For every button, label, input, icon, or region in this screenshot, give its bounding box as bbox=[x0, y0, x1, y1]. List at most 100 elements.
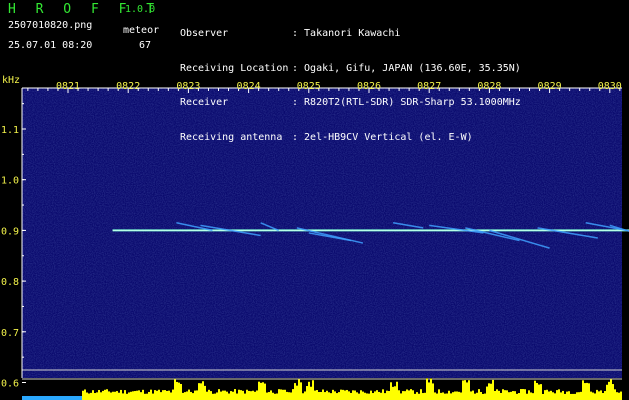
level-bar bbox=[232, 391, 234, 400]
y-tick-label: 0.8 bbox=[1, 277, 19, 288]
level-bar bbox=[412, 390, 414, 400]
level-bar bbox=[414, 393, 416, 400]
level-bar bbox=[268, 392, 270, 400]
level-bar bbox=[462, 380, 464, 400]
level-bar bbox=[228, 393, 230, 400]
hroftt-window: kHz 0821 0822 0823 0824 0825 0826 0827 0828 0829 0… bbox=[0, 0, 629, 400]
level-bar bbox=[164, 390, 166, 400]
level-bar bbox=[160, 392, 162, 400]
level-bar bbox=[478, 389, 480, 400]
level-bar bbox=[216, 392, 218, 400]
level-bar bbox=[582, 380, 584, 400]
level-bar bbox=[618, 392, 620, 400]
level-bar bbox=[188, 389, 190, 400]
level-bar bbox=[538, 384, 540, 400]
level-bar bbox=[384, 393, 386, 400]
level-bar bbox=[128, 392, 130, 400]
level-bar bbox=[240, 390, 242, 400]
level-bar bbox=[328, 392, 330, 400]
level-bar bbox=[304, 391, 306, 400]
level-bar bbox=[536, 383, 538, 400]
level-bar bbox=[524, 389, 526, 400]
level-bar bbox=[440, 392, 442, 400]
level-bar bbox=[494, 390, 496, 400]
level-bar bbox=[390, 382, 392, 400]
level-bar bbox=[614, 389, 616, 400]
level-bar bbox=[284, 389, 286, 400]
level-bar bbox=[510, 391, 512, 400]
level-bar bbox=[346, 389, 348, 400]
level-bar bbox=[596, 389, 598, 400]
level-bar bbox=[184, 392, 186, 400]
level-bar bbox=[214, 393, 216, 400]
level-bar bbox=[496, 389, 498, 400]
level-bar bbox=[104, 389, 106, 400]
level-bar bbox=[174, 379, 176, 400]
level-bar bbox=[388, 391, 390, 400]
level-bar bbox=[378, 391, 380, 400]
level-bar bbox=[204, 385, 206, 400]
level-bar bbox=[452, 392, 454, 400]
level-bar bbox=[210, 391, 212, 400]
level-bar bbox=[116, 391, 118, 400]
level-bar bbox=[588, 383, 590, 400]
level-bar bbox=[278, 389, 280, 400]
level-bar bbox=[226, 391, 228, 400]
level-bar bbox=[98, 389, 100, 400]
level-bar bbox=[324, 392, 326, 400]
level-bar bbox=[88, 393, 90, 400]
date-time: 25.07.01 08:20 bbox=[8, 40, 93, 51]
level-bar bbox=[180, 383, 182, 400]
level-bar bbox=[418, 393, 420, 400]
level-bar bbox=[194, 390, 196, 400]
level-bar bbox=[564, 393, 566, 400]
receiver-label: Receiver bbox=[180, 97, 229, 108]
level-bar bbox=[476, 392, 478, 400]
level-bar bbox=[106, 389, 108, 400]
level-bar bbox=[560, 392, 562, 400]
level-bar bbox=[594, 393, 596, 400]
level-bar bbox=[140, 392, 142, 400]
level-bar bbox=[84, 389, 86, 400]
level-bar bbox=[562, 390, 564, 400]
level-bar bbox=[544, 390, 546, 400]
level-bar bbox=[342, 389, 344, 400]
level-bar bbox=[364, 392, 366, 400]
level-bar bbox=[302, 393, 304, 400]
level-bar bbox=[308, 381, 310, 400]
level-bar bbox=[442, 392, 444, 400]
level-bar bbox=[256, 390, 258, 400]
level-bar bbox=[350, 392, 352, 400]
level-bar bbox=[554, 393, 556, 400]
level-bar bbox=[566, 391, 568, 400]
level-bar bbox=[592, 392, 594, 400]
level-bar bbox=[162, 390, 164, 400]
level-bar bbox=[296, 385, 298, 400]
level-bar bbox=[374, 391, 376, 400]
level-bar bbox=[126, 393, 128, 400]
level-bar bbox=[314, 390, 316, 400]
level-bar bbox=[448, 390, 450, 400]
level-bar bbox=[166, 390, 168, 400]
level-bar bbox=[398, 390, 400, 400]
level-bar bbox=[508, 392, 510, 400]
level-bar bbox=[154, 390, 156, 400]
level-bar bbox=[110, 392, 112, 400]
level-bar bbox=[474, 393, 476, 400]
level-bar bbox=[312, 380, 314, 400]
level-bar bbox=[404, 391, 406, 400]
level-bar bbox=[356, 392, 358, 400]
level-bar bbox=[606, 384, 608, 400]
level-bar bbox=[176, 381, 178, 400]
level-bar bbox=[432, 383, 434, 400]
level-bar bbox=[340, 389, 342, 400]
level-bar bbox=[526, 393, 528, 400]
level-bar bbox=[168, 390, 170, 400]
level-bar bbox=[82, 390, 84, 400]
level-bar bbox=[294, 383, 296, 400]
level-bar bbox=[186, 391, 188, 400]
level-bar bbox=[144, 393, 146, 400]
level-bar bbox=[394, 386, 396, 400]
level-bar bbox=[86, 392, 88, 400]
level-bar bbox=[292, 389, 294, 400]
